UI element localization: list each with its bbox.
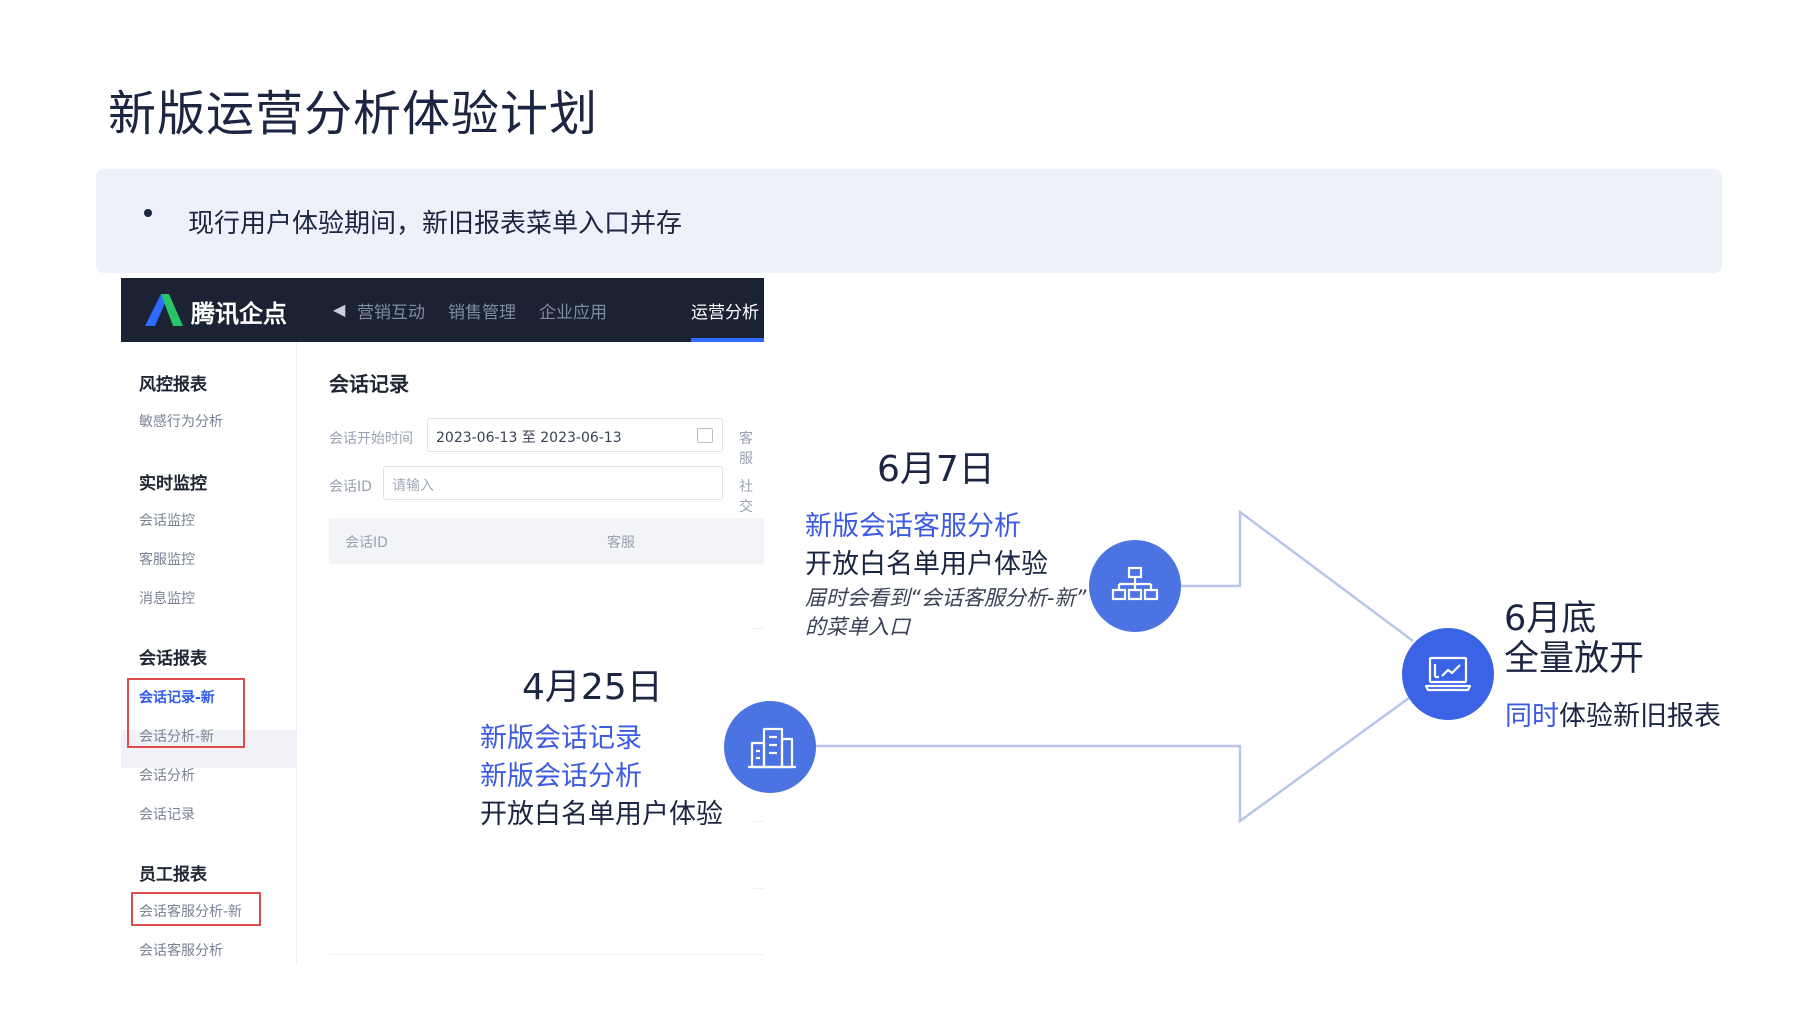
stage3-highlight: 同时 (1505, 701, 1559, 732)
stage2-desc: 开放白名单用户体验 (805, 549, 1048, 580)
stage3-headline: 全量放开 (1504, 639, 1645, 679)
org-chart-icon (1089, 540, 1181, 632)
laptop-chart-icon (1402, 628, 1494, 720)
stage1-line2: 新版会话分析 (480, 761, 642, 792)
stage1-line1: 新版会话记录 (480, 723, 642, 754)
stage3-rest: 体验新旧报表 (1559, 701, 1721, 732)
stage1-date: 4月25日 (522, 667, 663, 708)
building-icon (724, 701, 816, 793)
stage2-line: 新版会话客服分析 (805, 511, 1021, 542)
stage2-note-line1: 届时会看到“会话客服分析-新” (805, 586, 1087, 610)
stage2-note-line2: 的菜单入口 (805, 615, 910, 639)
stage3-summary: 同时体验新旧报表 (1505, 694, 1721, 733)
stage2-date: 6月7日 (877, 449, 995, 490)
stage1-desc: 开放白名单用户体验 (480, 799, 723, 830)
